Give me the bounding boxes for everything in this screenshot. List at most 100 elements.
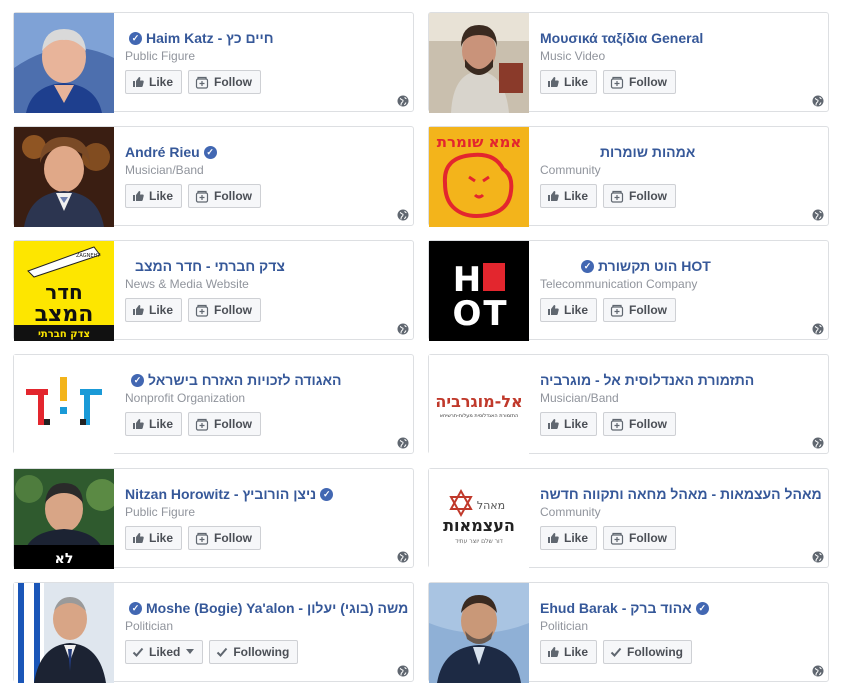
page-thumbnail[interactable]: H O T (429, 241, 529, 341)
thumbs-up-icon (547, 646, 559, 658)
follow-button[interactable]: Follow (188, 70, 262, 94)
like-label: Like (564, 531, 589, 545)
like-button[interactable]: Like (540, 526, 598, 550)
page-name[interactable]: הוט תקשורת HOT (598, 257, 711, 275)
page-card: מאהל העצמאות דור שלם יוצר עתיד מאהל העצמ… (428, 468, 829, 569)
page-name[interactable]: האגודה לזכויות האזרח בישראל (148, 371, 341, 389)
page-category: Telecommunication Company (540, 277, 698, 291)
page-name-link[interactable]: André Rieu ✓ (125, 143, 403, 161)
like-button[interactable]: Like (125, 70, 183, 94)
logo-text: לא (55, 551, 74, 567)
page-name[interactable]: Μουσικά ταξίδια General (540, 29, 703, 47)
page-thumbnail[interactable]: מאהל העצמאות דור שלם יוצר עתיד (429, 469, 529, 569)
page-thumbnail[interactable]: ZAGNEHT חדר המצב צדק חברתי (14, 241, 114, 341)
like-button[interactable]: Like (125, 412, 183, 436)
verified-badge-icon: ✓ (203, 145, 217, 159)
follow-button[interactable]: Follow (188, 526, 262, 550)
page-name-link[interactable]: ✓ הוט תקשורת HOT (540, 257, 818, 275)
page-thumbnail[interactable]: אמא שומרת (429, 127, 529, 227)
like-label: Like (564, 645, 589, 659)
page-name-link[interactable]: ✓ Moshe (Bogie) Ya'alon - משה (בוגי) יעל… (125, 599, 408, 617)
page-name[interactable]: אמהות שומרות (600, 143, 695, 161)
page-thumbnail[interactable] (429, 583, 529, 683)
page-name[interactable]: מאהל העצמאות - מאהל מחאה ותקווה חדשה (540, 485, 822, 503)
page-card: ✓ האגודה לזכויות האזרח בישראל Nonprofit … (13, 354, 414, 455)
thumbs-up-icon (547, 532, 559, 544)
page-card: Μουσικά ταξίδια General Music Video Like… (428, 12, 829, 113)
follow-label: Follow (629, 531, 668, 545)
logo-text: אמא שומרת (437, 133, 522, 151)
page-name[interactable]: צדק חברתי - חדר המצב (135, 257, 285, 275)
thumbs-up-icon (132, 304, 144, 316)
like-label: Like (149, 75, 174, 89)
page-thumbnail[interactable] (14, 127, 114, 227)
page-name-link[interactable]: Μουσικά ταξίδια General (540, 29, 818, 47)
liked-button[interactable]: Liked (125, 640, 204, 664)
page-name-link[interactable]: התזמורת האנדלוסית אל - מוגרביה (540, 371, 818, 389)
follow-button[interactable]: Follow (603, 184, 677, 208)
page-name-link[interactable]: ✓ האגודה לזכויות האזרח בישראל (125, 371, 403, 389)
globe-icon (397, 551, 409, 563)
page-card: ✓ Haim Katz - חיים כץ Public Figure Like… (13, 12, 414, 113)
page-category: Music Video (540, 49, 606, 63)
page-name-link[interactable]: Ehud Barak - אהוד ברק ✓ (540, 599, 818, 617)
page-card: אל-מוגרביה התזמורת האנדלוסית מעלות-תרשיח… (428, 354, 829, 455)
follow-button[interactable]: Follow (188, 184, 262, 208)
page-thumbnail[interactable]: לא (14, 469, 114, 569)
page-thumbnail[interactable] (14, 355, 114, 455)
like-button[interactable]: Like (540, 412, 598, 436)
page-category: Musician/Band (540, 391, 619, 405)
follow-button[interactable]: Follow (603, 70, 677, 94)
follow-plus-icon (610, 304, 624, 317)
follow-button[interactable]: Follow (188, 298, 262, 322)
thumbs-up-icon (547, 418, 559, 430)
logo-subtext: צדק חברתי (38, 329, 90, 340)
follow-plus-icon (610, 76, 624, 89)
thumbs-up-icon (132, 418, 144, 430)
following-button[interactable]: Following (209, 640, 299, 664)
page-name[interactable]: Haim Katz - חיים כץ (146, 29, 274, 47)
page-name-link[interactable]: אמהות שומרות (540, 143, 818, 161)
page-card: ZAGNEHT חדר המצב צדק חברתי צדק חברתי - ח… (13, 240, 414, 341)
like-button[interactable]: Like (540, 640, 598, 664)
page-thumbnail[interactable] (14, 583, 114, 683)
page-thumbnail[interactable]: אל-מוגרביה התזמורת האנדלוסית מעלות-תרשיח… (429, 355, 529, 455)
follow-button[interactable]: Follow (188, 412, 262, 436)
follow-label: Follow (214, 189, 253, 203)
page-name-link[interactable]: מאהל העצמאות - מאהל מחאה ותקווה חדשה (540, 485, 822, 503)
globe-icon (812, 323, 824, 335)
logo-text: אל-מוגרביה (435, 392, 522, 411)
page-category: Community (540, 163, 601, 177)
page-category: Community (540, 505, 601, 519)
page-card: לא Nitzan Horowitz - ניצן הורוביץ ✓ Publ… (13, 468, 414, 569)
page-name[interactable]: Nitzan Horowitz - ניצן הורוביץ (125, 485, 316, 503)
page-name-link[interactable]: ✓ Haim Katz - חיים כץ (125, 29, 403, 47)
like-button[interactable]: Like (540, 298, 598, 322)
page-category: News & Media Website (125, 277, 249, 291)
follow-button[interactable]: Follow (603, 412, 677, 436)
verified-badge-icon: ✓ (129, 31, 142, 45)
logo-text: מאהל (477, 499, 505, 512)
page-name[interactable]: התזמורת האנדלוסית אל - מוגרביה (540, 371, 754, 389)
like-button[interactable]: Like (540, 184, 598, 208)
page-name-link[interactable]: צדק חברתי - חדר המצב (125, 257, 403, 275)
like-button[interactable]: Like (125, 298, 183, 322)
logo-subtext: דור שלם יוצר עתיד (455, 538, 504, 545)
like-label: Like (564, 303, 589, 317)
like-button[interactable]: Like (125, 526, 183, 550)
page-thumbnail[interactable] (429, 13, 529, 113)
like-button[interactable]: Like (540, 70, 598, 94)
page-name[interactable]: Moshe (Bogie) Ya'alon - משה (בוגי) יעלון (146, 599, 408, 617)
follow-label: Follow (629, 417, 668, 431)
follow-button[interactable]: Follow (603, 526, 677, 550)
page-name-link[interactable]: Nitzan Horowitz - ניצן הורוביץ ✓ (125, 485, 403, 503)
following-button[interactable]: Following (603, 640, 693, 664)
follow-plus-icon (610, 532, 624, 545)
page-card: ✓ Moshe (Bogie) Ya'alon - משה (בוגי) יעל… (13, 582, 414, 683)
globe-icon (397, 323, 409, 335)
page-name[interactable]: Ehud Barak - אהוד ברק (540, 599, 692, 617)
follow-button[interactable]: Follow (603, 298, 677, 322)
page-name[interactable]: André Rieu (125, 143, 200, 161)
page-thumbnail[interactable] (14, 13, 114, 113)
like-button[interactable]: Like (125, 184, 183, 208)
